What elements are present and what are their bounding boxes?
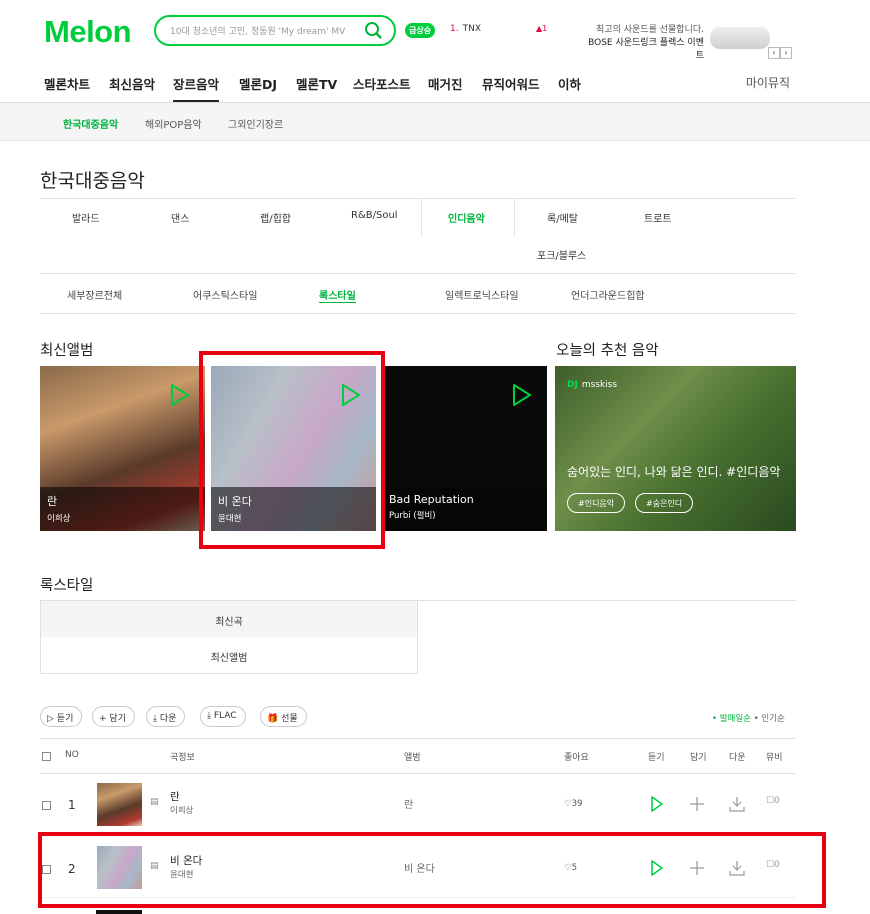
style-electronic[interactable]: 일렉트로닉스타일	[445, 287, 519, 302]
nav-dj[interactable]: 멜론DJ	[239, 74, 277, 93]
nav-chart[interactable]: 멜론차트	[44, 74, 90, 93]
add-button[interactable]: + 담기	[92, 706, 135, 727]
trending-keyword[interactable]: 1. TNX	[450, 24, 481, 34]
download-button[interactable]: ⤓ 다운	[146, 706, 186, 727]
genre-rock[interactable]: 록/메탈	[547, 210, 578, 225]
recommend-desc: 숨어있는 인디, 나와 닮은 인디. #인디음악	[567, 465, 781, 479]
album-card[interactable]: Bad Reputation Purbi (펄비)	[382, 366, 547, 531]
genre-trot[interactable]: 트로트	[644, 210, 672, 225]
album-artist[interactable]: 이희상	[47, 512, 198, 524]
style-underground[interactable]: 언더그라운드힙합	[571, 287, 645, 302]
genre-folk[interactable]: 포크/블루스	[537, 247, 586, 262]
search-icon[interactable]	[364, 21, 384, 41]
genre-rnb[interactable]: R&B/Soul	[351, 210, 398, 221]
prev-arrow-icon[interactable]: ‹	[768, 47, 780, 59]
tab-latest-albums[interactable]: 최신앨범	[40, 637, 418, 674]
play-icon[interactable]	[511, 382, 533, 408]
album-title[interactable]: Bad Reputation	[389, 493, 540, 506]
main-nav: 멜론차트 최신음악 장르음악 멜론DJ 멜론TV 스타포스트 매거진 뮤직어워드…	[44, 74, 796, 102]
ad-banner-text[interactable]: 최고의 사운드를 선물합니다. BOSE 사운드링크 플렉스 이벤트	[580, 24, 704, 63]
rank-change: ▲1	[536, 24, 548, 33]
nav-more[interactable]: 이하	[558, 74, 581, 93]
genre-dance[interactable]: 댄스	[171, 210, 189, 225]
search-input[interactable]: 10대 청소년의 고민, 정동원 'My dream' MV	[154, 15, 396, 46]
nav-starpost[interactable]: 스타포스트	[353, 74, 411, 93]
table-header: NO 곡정보 앨범 좋아요 듣기 담기 다운 뮤비	[40, 738, 796, 774]
tab-latest-songs[interactable]: 최신곡	[40, 600, 418, 637]
genre-indie[interactable]: 인디음악	[448, 210, 485, 225]
album-thumb[interactable]	[97, 783, 142, 826]
genre-ballad[interactable]: 발라드	[72, 210, 100, 225]
sort-new[interactable]: • 발매일순	[712, 714, 751, 724]
song-tabs: 최신곡 최신앨범	[40, 600, 796, 675]
select-all-checkbox[interactable]	[42, 752, 51, 761]
search-placeholder: 10대 청소년의 고민, 정동원 'My dream' MV	[170, 27, 346, 37]
add-icon[interactable]	[690, 797, 704, 811]
play-icon[interactable]	[169, 382, 191, 408]
nav-mymusic[interactable]: 마이뮤직	[746, 74, 790, 91]
song-info-icon[interactable]: ▤	[150, 797, 159, 807]
like-button[interactable]: ♡ 39	[564, 799, 582, 809]
style-all[interactable]: 세부장르전체	[67, 287, 122, 302]
download-icon: ⤓	[153, 714, 157, 724]
download-icon: ⤓	[207, 711, 211, 721]
dj-label: DJ msskiss	[567, 380, 618, 390]
table-row: 1 ▤ 란 이희상 란 ♡ 39 ☐ 0	[40, 774, 796, 834]
row-checkbox[interactable]	[42, 801, 51, 810]
next-arrow-icon[interactable]: ›	[780, 47, 792, 59]
album-artist[interactable]: Purbi (펄비)	[389, 509, 540, 521]
mv-button[interactable]: ☐ 0	[766, 796, 780, 806]
gift-icon: 🎁	[267, 714, 279, 724]
latest-albums-title: 최신앨범	[40, 343, 94, 359]
play-icon[interactable]	[650, 796, 664, 812]
recommend-title: 오늘의 추천 음악	[556, 343, 659, 359]
subnav-other[interactable]: 그외인기장르	[228, 116, 283, 131]
nav-genre[interactable]: 장르음악	[173, 74, 220, 102]
genre-hiphop[interactable]: 랩/힙합	[260, 210, 291, 225]
sort-popular[interactable]: • 인기순	[754, 714, 785, 724]
nav-magazine[interactable]: 매거진	[428, 74, 463, 93]
highlight-box	[199, 351, 385, 549]
gift-button[interactable]: 🎁 선물	[260, 706, 307, 727]
recommend-card[interactable]: DJ msskiss 숨어있는 인디, 나와 닮은 인디. #인디음악 #인디음악…	[555, 366, 796, 531]
page-title: 한국대중음악	[40, 170, 145, 192]
download-icon[interactable]	[729, 796, 745, 812]
play-icon: ▷	[47, 714, 54, 724]
tag-hidden-indie[interactable]: #숨은인디	[635, 493, 694, 513]
album-card[interactable]: 란이희상	[40, 366, 205, 531]
ad-arrows: ‹ ›	[768, 40, 792, 59]
sub-nav: 한국대중음악 해외POP음악 그외인기장르	[0, 103, 870, 141]
genre-filter: 발라드 댄스 랩/힙합 R&B/Soul 인디음악 록/메탈 트로트 포크/블루…	[40, 198, 796, 274]
flac-button[interactable]: ⤓ FLAC	[200, 706, 246, 727]
style-rock[interactable]: 록스타일	[319, 287, 356, 303]
nav-award[interactable]: 뮤직어워드	[482, 74, 540, 93]
tag-indie[interactable]: #인디음악	[567, 493, 626, 513]
subnav-kpop[interactable]: 한국대중음악	[63, 116, 118, 131]
play-all-button[interactable]: ▷ 듣기	[40, 706, 83, 727]
song-album[interactable]: 란	[404, 796, 413, 811]
album-title[interactable]: 란	[47, 493, 198, 509]
melon-logo[interactable]: Melon	[44, 14, 132, 50]
rockstyle-title: 록스타일	[40, 578, 94, 594]
song-artist[interactable]: 이희상	[170, 804, 193, 816]
subnav-pop[interactable]: 해외POP음악	[145, 116, 202, 131]
song-title[interactable]: 란	[170, 789, 180, 804]
plus-icon: +	[99, 714, 107, 724]
nav-tv[interactable]: 멜론TV	[296, 74, 337, 93]
sort-options: • 발매일순 • 인기순	[712, 712, 785, 724]
nav-newest[interactable]: 최신음악	[109, 74, 155, 93]
next-row-thumb	[96, 910, 142, 914]
highlight-box	[38, 832, 826, 908]
style-acoustic[interactable]: 어쿠스틱스타일	[193, 287, 257, 302]
trending-badge: 급상승	[405, 23, 436, 38]
speaker-image[interactable]	[710, 27, 770, 49]
substyle-filter: 세부장르전체 어쿠스틱스타일 록스타일 일렉트로닉스타일 언더그라운드힙합	[40, 274, 796, 314]
